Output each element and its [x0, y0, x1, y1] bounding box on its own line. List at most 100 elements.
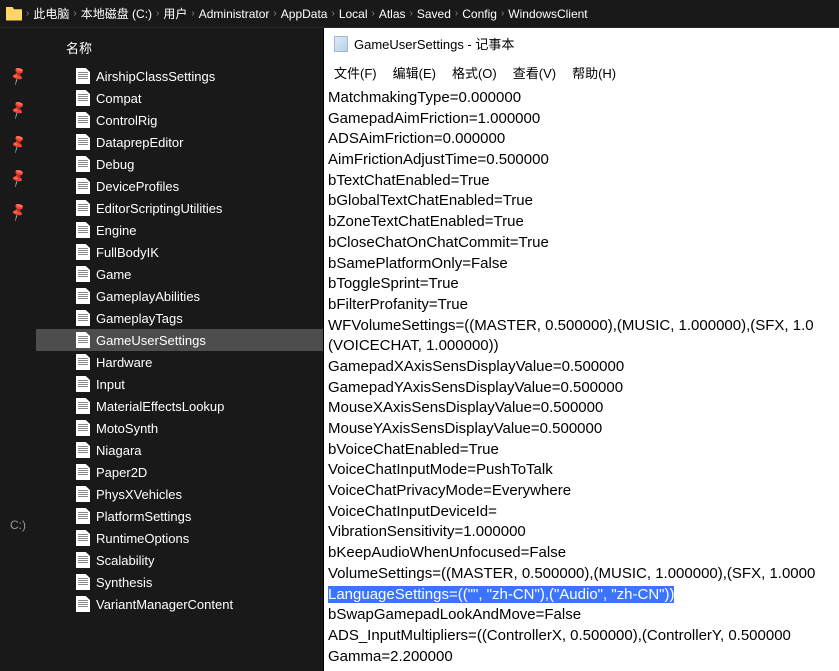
breadcrumb-item[interactable]: 本地磁盘 (C:) [81, 5, 152, 22]
drive-label: C:) [10, 518, 26, 532]
chevron-right-icon: › [372, 8, 375, 19]
file-label: DeviceProfiles [96, 179, 179, 194]
chevron-right-icon: › [331, 8, 334, 19]
file-icon [76, 596, 90, 612]
file-item[interactable]: PlatformSettings [36, 505, 323, 527]
text-line: WFVolumeSettings=((MASTER, 0.500000),(MU… [328, 316, 835, 337]
text-line: ADSAimFriction=0.000000 [328, 129, 835, 150]
file-label: AirshipClassSettings [96, 69, 215, 84]
file-label: Scalability [96, 553, 155, 568]
file-item[interactable]: MotoSynth [36, 417, 323, 439]
file-item[interactable]: MaterialEffectsLookup [36, 395, 323, 417]
pin-icon[interactable]: 📌 [7, 201, 29, 223]
file-item[interactable]: AirshipClassSettings [36, 65, 323, 87]
file-label: VariantManagerContent [96, 597, 233, 612]
text-line: Gamma=2.200000 [328, 647, 835, 668]
menu-item[interactable]: 帮助(H) [572, 63, 616, 82]
file-item[interactable]: Scalability [36, 549, 323, 571]
file-icon [76, 530, 90, 546]
file-item[interactable]: ControlRig [36, 109, 323, 131]
highlighted-text: LanguageSettings=(("", "zh-CN"),("Audio"… [328, 586, 674, 603]
file-item[interactable]: FullBodyIK [36, 241, 323, 263]
pin-icon[interactable]: 📌 [7, 99, 29, 121]
file-icon [76, 156, 90, 172]
notepad-text-area[interactable]: MatchmakingType=0.000000GamepadAimFricti… [324, 88, 839, 671]
file-label: ControlRig [96, 113, 157, 128]
file-label: MaterialEffectsLookup [96, 399, 224, 414]
file-item[interactable]: Engine [36, 219, 323, 241]
breadcrumb-item[interactable]: Atlas [379, 7, 406, 21]
file-item[interactable]: GameplayAbilities [36, 285, 323, 307]
file-icon [76, 552, 90, 568]
menu-item[interactable]: 格式(O) [452, 63, 497, 82]
file-label: Hardware [96, 355, 152, 370]
file-item[interactable]: RuntimeOptions [36, 527, 323, 549]
file-item[interactable]: Paper2D [36, 461, 323, 483]
file-label: Compat [96, 91, 142, 106]
text-line: VoiceChatInputMode=PushToTalk [328, 460, 835, 481]
breadcrumb-item[interactable]: AppData [281, 7, 328, 21]
file-icon [76, 288, 90, 304]
text-line: VolumeSettings=((MASTER, 0.500000),(MUSI… [328, 564, 835, 585]
file-item[interactable]: PhysXVehicles [36, 483, 323, 505]
file-item[interactable]: Compat [36, 87, 323, 109]
file-label: MotoSynth [96, 421, 158, 436]
file-list: AirshipClassSettings Compat ControlRig Data… [36, 65, 323, 615]
chevron-right-icon: › [191, 8, 194, 19]
file-item[interactable]: Synthesis [36, 571, 323, 593]
breadcrumb-item[interactable]: Config [462, 7, 497, 21]
column-header-name[interactable]: 名称 [36, 28, 323, 65]
file-icon [76, 332, 90, 348]
menu-item[interactable]: 查看(V) [513, 63, 556, 82]
file-item[interactable]: GameplayTags [36, 307, 323, 329]
file-icon [76, 574, 90, 590]
text-line: VibrationSensitivity=1.000000 [328, 522, 835, 543]
file-icon [76, 354, 90, 370]
text-line: bVoiceChatEnabled=True [328, 440, 835, 461]
file-item[interactable]: Input [36, 373, 323, 395]
file-item[interactable]: DataprepEditor [36, 131, 323, 153]
file-item[interactable]: Niagara [36, 439, 323, 461]
file-item[interactable]: DeviceProfiles [36, 175, 323, 197]
file-icon [76, 112, 90, 128]
pin-icon[interactable]: 📌 [7, 65, 29, 87]
breadcrumb-item[interactable]: 此电脑 [33, 5, 69, 22]
text-line: LanguageSettings=(("", "zh-CN"),("Audio"… [328, 585, 835, 606]
file-label: DataprepEditor [96, 135, 183, 150]
text-line: bToggleSprint=True [328, 274, 835, 295]
folder-icon [6, 7, 22, 21]
text-line: GamepadAimFriction=1.000000 [328, 109, 835, 130]
breadcrumb-item[interactable]: Local [339, 7, 368, 21]
text-line: (VOICECHAT, 1.000000)) [328, 336, 835, 357]
text-line: bZoneTextChatEnabled=True [328, 212, 835, 233]
file-label: Niagara [96, 443, 142, 458]
menu-item[interactable]: 文件(F) [334, 63, 377, 82]
file-item[interactable]: Game [36, 263, 323, 285]
pin-icon[interactable]: 📌 [7, 133, 29, 155]
breadcrumb-item[interactable]: 用户 [163, 5, 187, 22]
file-label: GameUserSettings [96, 333, 206, 348]
breadcrumb-item[interactable]: Saved [417, 7, 451, 21]
file-item[interactable]: GameUserSettings [36, 329, 323, 351]
file-item[interactable]: Debug [36, 153, 323, 175]
breadcrumb-item[interactable]: Administrator [199, 7, 270, 21]
file-icon [76, 486, 90, 502]
file-icon [76, 310, 90, 326]
notepad-menu-bar: 文件(F) 编辑(E) 格式(O) 查看(V) 帮助(H) [324, 59, 839, 88]
breadcrumb-item[interactable]: WindowsClient [508, 7, 587, 21]
file-item[interactable]: VariantManagerContent [36, 593, 323, 615]
text-line: MatchmakingType=0.000000 [328, 88, 835, 109]
file-label: FullBodyIK [96, 245, 159, 260]
file-label: Input [96, 377, 125, 392]
menu-item[interactable]: 编辑(E) [393, 63, 436, 82]
pin-icon[interactable]: 📌 [7, 167, 29, 189]
notepad-window: GameUserSettings - 记事本 文件(F)编辑(E)格式(O)查看… [324, 28, 839, 671]
file-item[interactable]: EditorScriptingUtilities [36, 197, 323, 219]
file-label: Game [96, 267, 131, 282]
file-icon [76, 68, 90, 84]
file-item[interactable]: Hardware [36, 351, 323, 373]
text-line: MouseXAxisSensDisplayValue=0.500000 [328, 398, 835, 419]
text-line: VoiceChatPrivacyMode=Everywhere [328, 481, 835, 502]
text-line: bSamePlatformOnly=False [328, 254, 835, 275]
text-line: MouseYAxisSensDisplayValue=0.500000 [328, 419, 835, 440]
